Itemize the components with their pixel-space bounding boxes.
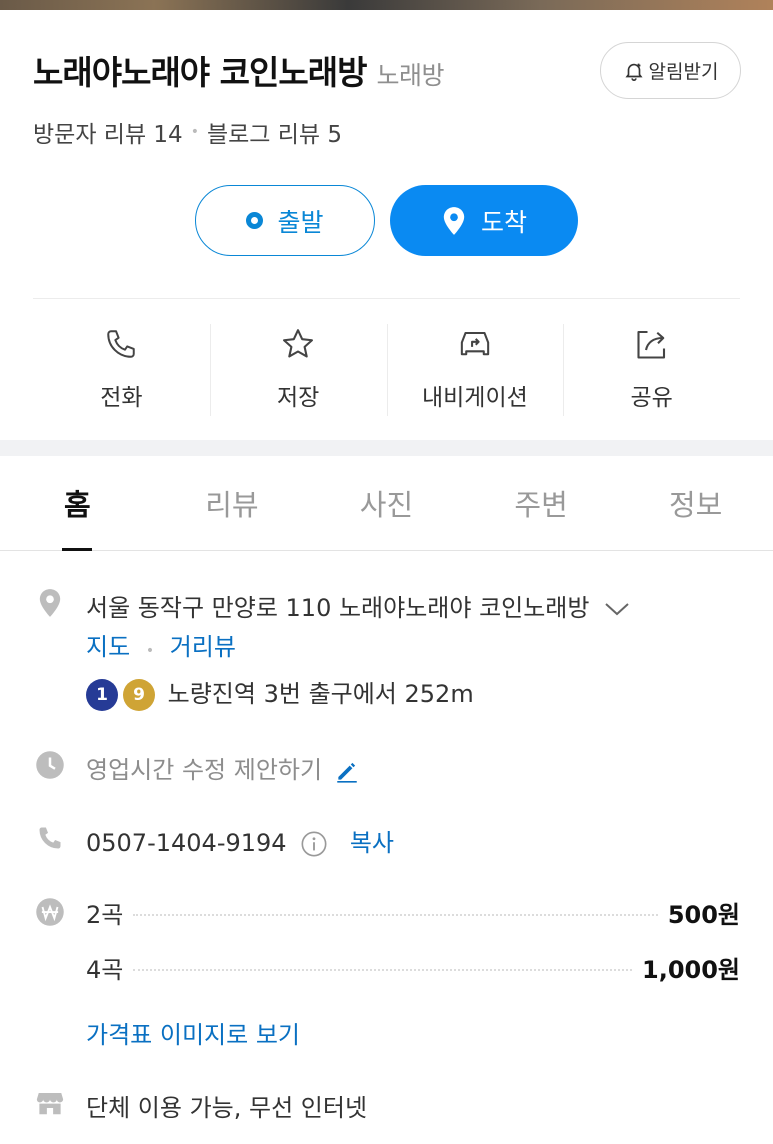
- route-start-label: 출발: [277, 207, 324, 237]
- tab-home[interactable]: 홈: [0, 456, 155, 550]
- map-links: 지도 • 거리뷰: [86, 627, 236, 662]
- tab-info[interactable]: 정보: [618, 456, 773, 550]
- share-label: 공유: [630, 385, 673, 411]
- quick-actions: 전화 저장 내비게이션 공유: [33, 324, 740, 416]
- copy-button[interactable]: 복사: [350, 829, 394, 857]
- facilities-text: 단체 이용 가능, 무선 인터넷: [86, 1094, 368, 1122]
- section-gap: [0, 440, 773, 456]
- save-action[interactable]: 저장: [209, 324, 387, 416]
- share-icon: [634, 324, 670, 364]
- clock-icon: [35, 750, 65, 780]
- price-item: 4곡: [86, 955, 124, 984]
- map-link[interactable]: 지도: [86, 633, 130, 661]
- route-arrive-button[interactable]: 도착: [390, 185, 578, 256]
- won-currency-icon: [35, 897, 65, 927]
- info-icon[interactable]: [300, 830, 328, 858]
- street-view-link[interactable]: 거리뷰: [170, 633, 236, 661]
- tab-reviews[interactable]: 리뷰: [155, 456, 310, 550]
- route-start-button[interactable]: 출발: [195, 185, 375, 256]
- price-row: 2곡 500원: [86, 897, 740, 929]
- star-icon: [280, 324, 316, 364]
- navigation-action[interactable]: 내비게이션: [386, 324, 564, 416]
- price-value: 1,000원: [642, 955, 740, 984]
- alarm-label: 알림받기: [648, 61, 719, 83]
- phone-row: 0507-1404-9194 복사: [86, 823, 394, 858]
- route-arrive-label: 도착: [480, 207, 527, 237]
- price-value: 500원: [667, 900, 740, 929]
- address-text: 서울 동작구 만양로 110 노래야노래야 코인노래방: [86, 594, 590, 622]
- car-navigation-icon: [456, 324, 494, 364]
- price-image-link[interactable]: 가격표 이미지로 보기: [86, 1015, 300, 1050]
- subway-row: 19 노량진역 3번 출구에서 252m: [86, 674, 474, 711]
- tab-bar: 홈 리뷰 사진 주변 정보: [0, 456, 773, 551]
- separator-dot: •: [145, 643, 155, 659]
- subway-line-9-badge: 9: [123, 679, 155, 711]
- place-title: 노래야노래야 코인노래방: [33, 53, 367, 92]
- price-row: 4곡 1,000원: [86, 952, 740, 984]
- hours-suggest-link[interactable]: 영업시간 수정 제안하기: [86, 750, 360, 785]
- subway-line-1-badge: 1: [86, 679, 118, 711]
- call-label: 전화: [100, 385, 143, 411]
- visitor-review-link[interactable]: 방문자 리뷰 14: [33, 115, 183, 149]
- place-category: 노래방: [376, 61, 444, 90]
- start-point-icon: [246, 212, 264, 229]
- hours-text: 영업시간 수정 제안하기: [86, 756, 323, 784]
- navigation-label: 내비게이션: [421, 385, 528, 411]
- bell-plus-icon: [625, 63, 643, 81]
- phone-number[interactable]: 0507-1404-9194: [86, 829, 287, 857]
- review-summary: 방문자 리뷰 14 • 블로그 리뷰 5: [33, 115, 342, 149]
- divider: [33, 298, 740, 299]
- tab-nearby[interactable]: 주변: [464, 456, 619, 550]
- location-pin-icon: [443, 206, 465, 235]
- price-item: 2곡: [86, 900, 124, 929]
- phone-icon: [35, 823, 65, 853]
- save-label: 저장: [276, 385, 320, 411]
- alarm-button[interactable]: 알림받기: [600, 42, 741, 99]
- place-header: 노래야노래야 코인노래방 노래방 알림받기 방문자 리뷰 14 • 블로그 리뷰…: [0, 10, 773, 440]
- call-action[interactable]: 전화: [33, 324, 210, 416]
- chevron-down-icon[interactable]: [603, 599, 631, 619]
- hero-photo-strip[interactable]: [0, 0, 773, 10]
- store-icon: [35, 1088, 65, 1118]
- dotted-leader: [133, 969, 632, 971]
- separator-dot: •: [190, 124, 199, 140]
- blog-review-link[interactable]: 블로그 리뷰 5: [207, 115, 342, 149]
- dotted-leader: [133, 914, 658, 916]
- pencil-icon: [336, 762, 357, 783]
- address-row[interactable]: 서울 동작구 만양로 110 노래야노래야 코인노래방: [86, 588, 631, 623]
- subway-text: 노량진역 3번 출구에서 252m: [167, 680, 474, 708]
- share-action[interactable]: 공유: [563, 324, 740, 416]
- location-pin-icon: [35, 588, 65, 618]
- tab-photos[interactable]: 사진: [309, 456, 464, 550]
- phone-icon: [104, 324, 138, 364]
